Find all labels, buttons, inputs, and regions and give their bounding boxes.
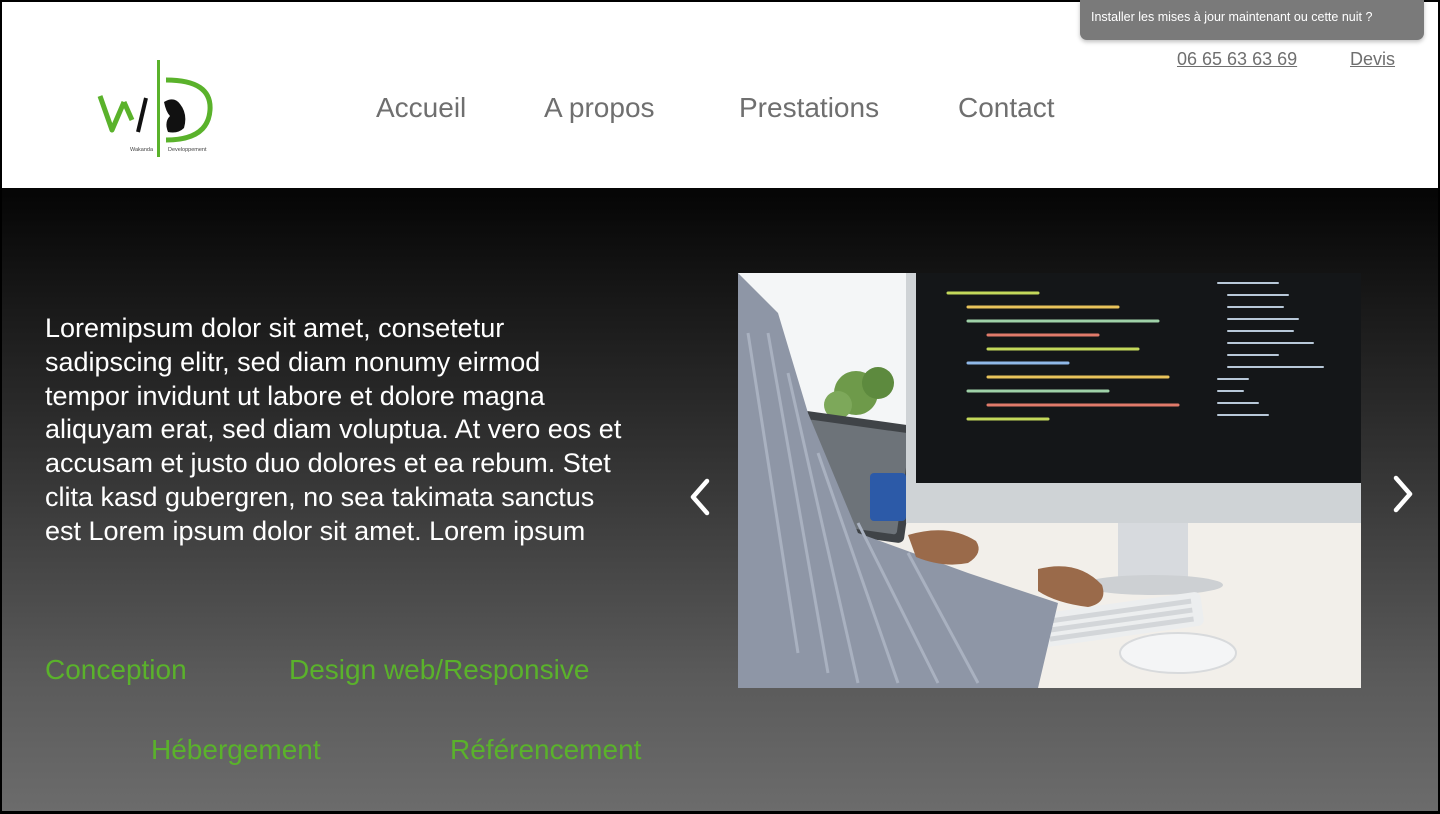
service-link-conception[interactable]: Conception [45, 654, 187, 686]
nav-item-contact[interactable]: Contact [958, 92, 1055, 124]
wd-logo-icon [97, 60, 213, 157]
nav-item-prestations[interactable]: Prestations [739, 92, 879, 124]
service-link-design-web[interactable]: Design web/Responsive [289, 654, 589, 686]
logo[interactable]: Wakanda Developpement [94, 58, 220, 158]
carousel-image [738, 273, 1361, 688]
phone-link[interactable]: 06 65 63 63 69 [1177, 49, 1297, 70]
developer-typing-at-computer-photo [738, 273, 1361, 688]
hero-section: Loremipsum dolor sit amet, consetetur sa… [0, 188, 1440, 814]
service-link-hebergement[interactable]: Hébergement [151, 734, 321, 766]
logo-text-right: Developpement [168, 147, 207, 153]
logo-text-left: Wakanda [130, 147, 154, 153]
chevron-right-icon [1393, 475, 1413, 513]
hero-text: Loremipsum dolor sit amet, consetetur sa… [45, 313, 622, 546]
chevron-left-icon [690, 478, 710, 516]
update-notification[interactable]: Installer les mises à jour maintenant ou… [1080, 0, 1424, 40]
nav-item-accueil[interactable]: Accueil [376, 92, 466, 124]
carousel-prev-button[interactable] [685, 475, 715, 519]
service-link-referencement[interactable]: Référencement [450, 734, 641, 766]
carousel-next-button[interactable] [1388, 472, 1418, 516]
quote-link[interactable]: Devis [1350, 49, 1395, 70]
nav-item-a-propos[interactable]: A propos [544, 92, 655, 124]
